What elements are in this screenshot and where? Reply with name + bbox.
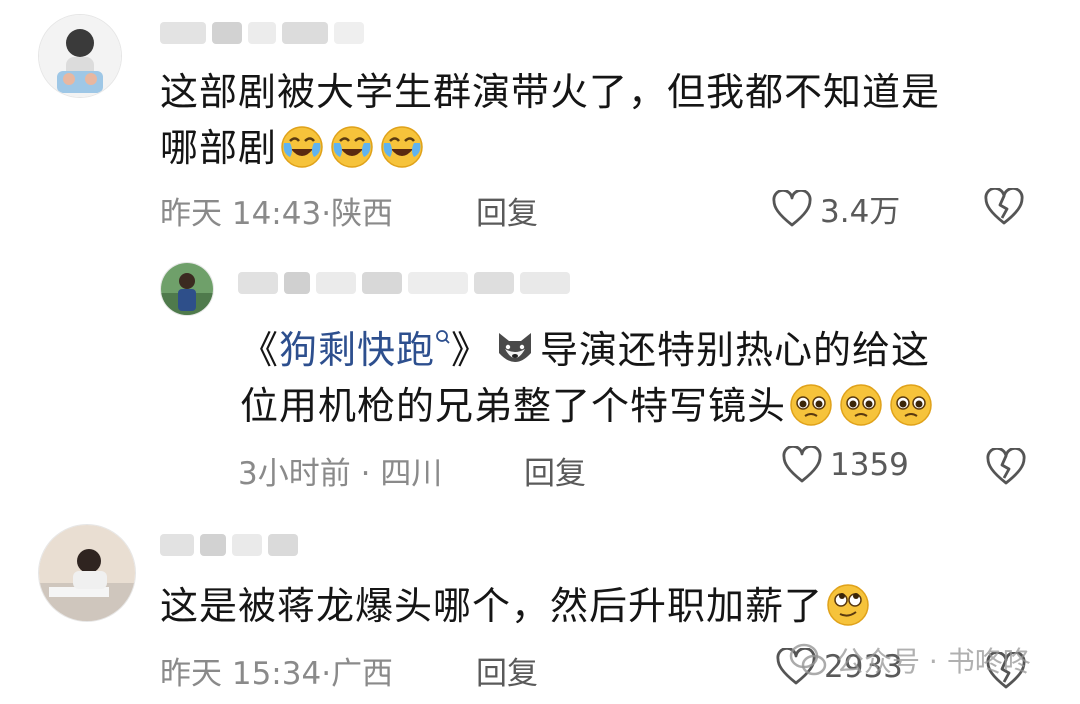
dislike-button[interactable] — [986, 447, 1026, 490]
comment-text-line-1: 这是被蒋龙爆头哪个，然后升职加薪了 — [160, 578, 873, 634]
broken-heart-icon — [984, 187, 1024, 225]
separator-dot: · — [360, 456, 371, 492]
comment-text-line-2: 哪部剧 — [160, 120, 940, 176]
timestamp: 昨天 14:43 — [160, 196, 322, 232]
avatar[interactable] — [160, 262, 214, 316]
title-bracket-close: 》 — [451, 328, 491, 372]
like-button[interactable]: 1359 — [782, 446, 909, 484]
region: 广西 — [331, 656, 394, 692]
username-blurred — [238, 272, 570, 294]
pleading-face-emoji-icon — [840, 384, 882, 426]
comment-text-line-1-text: 这是被蒋龙爆头哪个，然后升职加薪了 — [160, 584, 824, 628]
reply-button[interactable]: 回复 — [476, 188, 538, 233]
comment-text-line-2-text: 哪部剧 — [160, 126, 278, 170]
search-icon — [436, 330, 450, 344]
avatar[interactable] — [38, 14, 122, 98]
reply-button[interactable]: 回复 — [524, 448, 586, 493]
broken-heart-icon — [986, 447, 1026, 485]
comment-meta: 3小时前 · 四川 — [238, 448, 442, 493]
comment-text-line-1: 《狗剩快跑》 导演还特别热心的给这 — [240, 322, 936, 378]
laughing-crying-emoji-icon — [331, 126, 373, 168]
drama-title: 狗剩快跑 — [279, 328, 436, 372]
like-count: 1359 — [830, 447, 909, 483]
region: 陕西 — [331, 196, 394, 232]
comment-text-line-1: 这部剧被大学生群演带火了，但我都不知道是 — [160, 70, 941, 114]
watermark-text: 公众号 · 书咚咚 — [836, 645, 1031, 678]
like-button[interactable]: 3.4万 — [772, 186, 900, 231]
comment-text-line-2-text: 位用机枪的兄弟整了个特写镜头 — [240, 384, 787, 428]
title-bracket-open: 《 — [240, 328, 280, 372]
timestamp: 昨天 15:34 — [160, 656, 322, 692]
username-blurred — [160, 534, 298, 556]
separator-dot: · — [321, 656, 332, 692]
shiba-dog-emoji-icon — [499, 333, 532, 362]
separator-dot: · — [321, 196, 332, 232]
username-blurred — [160, 22, 364, 44]
wechat-icon — [789, 643, 827, 676]
comment-text: 《狗剩快跑》 导演还特别热心的给这 位用机枪的兄弟整了个特写镜头 — [240, 322, 936, 434]
drama-search-link[interactable]: 狗剩快跑 — [279, 328, 451, 372]
comment-text: 这部剧被大学生群演带火了，但我都不知道是 哪部剧 — [160, 64, 940, 176]
dislike-button[interactable] — [984, 187, 1024, 230]
region: 四川 — [380, 456, 443, 492]
comment-text: 这是被蒋龙爆头哪个，然后升职加薪了 — [160, 578, 873, 634]
like-count: 3.4万 — [820, 194, 901, 230]
pleading-face-emoji-icon — [790, 384, 832, 426]
laughing-crying-emoji-icon — [381, 126, 423, 168]
reply-button[interactable]: 回复 — [476, 648, 538, 693]
laughing-crying-emoji-icon — [281, 126, 323, 168]
heart-icon — [782, 446, 822, 483]
heart-icon — [772, 189, 812, 226]
watermark: 公众号 · 书咚咚 — [788, 640, 1031, 680]
comment-text-line-2: 位用机枪的兄弟整了个特写镜头 — [240, 378, 936, 434]
comment-meta: 昨天 15:34·广西 — [160, 648, 393, 693]
rolling-eyes-emoji-icon — [827, 584, 869, 626]
comment-text-line-1-rest: 导演还特别热心的给这 — [540, 328, 931, 372]
timestamp: 3小时前 — [238, 456, 351, 492]
avatar[interactable] — [38, 524, 136, 622]
pleading-face-emoji-icon — [890, 384, 932, 426]
comment-meta: 昨天 14:43·陕西 — [160, 188, 393, 233]
